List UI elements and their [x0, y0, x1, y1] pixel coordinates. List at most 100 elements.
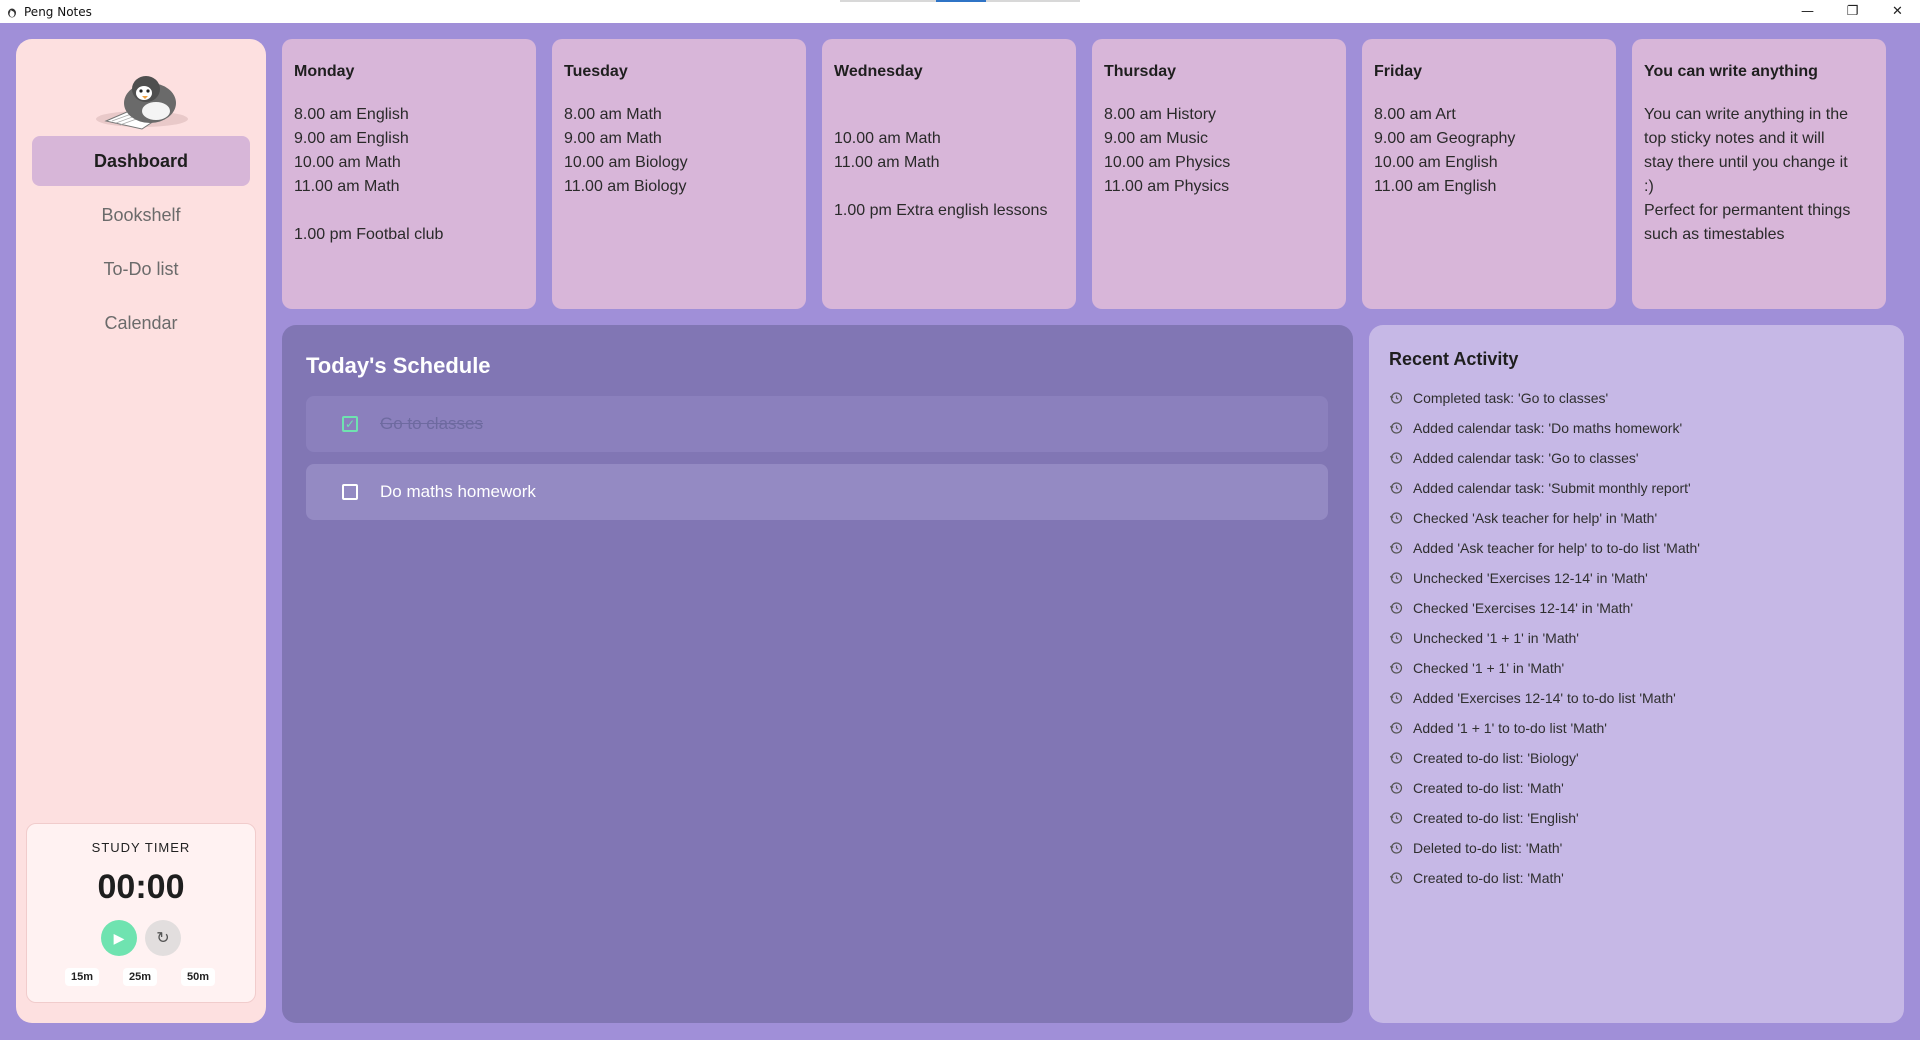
- note-line: 11.00 am Math: [294, 178, 400, 195]
- history-icon: [1389, 811, 1403, 825]
- nav-todo-list[interactable]: To-Do list: [32, 244, 250, 294]
- note-line: 8.00 am History: [1104, 106, 1217, 123]
- history-icon: [1389, 781, 1403, 795]
- note-line: 1.00 pm Footbal club: [294, 226, 444, 243]
- note-line: 10.00 am English: [1374, 154, 1498, 171]
- history-icon: [1389, 511, 1403, 525]
- note-line: 9.00 am English: [294, 130, 409, 147]
- history-icon: [1389, 391, 1403, 405]
- note-line: 11.00 am English: [1374, 178, 1497, 195]
- nav-dashboard[interactable]: Dashboard: [32, 136, 250, 186]
- recent-activity-panel: Recent Activity Completed task: 'Go to c…: [1369, 325, 1904, 1023]
- activity-item: Added '1 + 1' to to-do list 'Math': [1389, 713, 1700, 743]
- preset-50m-button[interactable]: 50m: [181, 968, 216, 986]
- schedule-task[interactable]: ✓ Go to classes: [306, 396, 1328, 452]
- activity-text: Checked 'Exercises 12-14' in 'Math': [1413, 600, 1634, 616]
- note-line: :): [1644, 178, 1654, 195]
- play-button[interactable]: ▶: [101, 920, 137, 956]
- note-line: 9.00 am Math: [564, 130, 662, 147]
- penguin-app-icon: [4, 4, 20, 20]
- activity-item: Checked 'Exercises 12-14' in 'Math': [1389, 593, 1700, 623]
- note-line: 9.00 am Music: [1104, 130, 1209, 147]
- drag-indicator: [840, 0, 1080, 2]
- note-line: 11.00 am Math: [834, 154, 940, 171]
- restore-button[interactable]: ❐: [1830, 0, 1875, 23]
- task-label: Go to classes: [380, 414, 483, 433]
- history-icon: [1389, 871, 1403, 885]
- title-bar: Peng Notes — ❐ ✕: [0, 0, 1920, 23]
- note-title: Thursday: [1104, 63, 1177, 80]
- schedule-title: Today's Schedule: [306, 353, 491, 378]
- activity-item: Unchecked '1 + 1' in 'Math': [1389, 623, 1700, 653]
- note-line: top sticky notes and it will: [1644, 130, 1825, 147]
- sticky-note-thursday[interactable]: Thursday 8.00 am History 9.00 am Music 1…: [1092, 39, 1346, 309]
- play-icon: ▶: [113, 929, 125, 946]
- activity-item: Completed task: 'Go to classes': [1389, 383, 1700, 413]
- note-line: Perfect for permantent things: [1644, 202, 1851, 219]
- activity-item: Created to-do list: 'Math': [1389, 773, 1700, 803]
- activity-text: Created to-do list: 'Biology': [1413, 750, 1579, 766]
- activity-item: Created to-do list: 'English': [1389, 803, 1700, 833]
- note-line: such as timestables: [1644, 226, 1785, 243]
- activity-title: Recent Activity: [1389, 349, 1519, 369]
- sidebar: Dashboard Bookshelf To-Do list Calendar …: [16, 39, 266, 1023]
- history-icon: [1389, 751, 1403, 765]
- note-line: 10.00 am Physics: [1104, 154, 1231, 171]
- note-title: You can write anything: [1644, 63, 1818, 80]
- note-line: 10.00 am Math: [294, 154, 401, 171]
- reset-button[interactable]: ↻: [145, 920, 181, 956]
- history-icon: [1389, 721, 1403, 735]
- penguin-logo-icon: [86, 67, 196, 139]
- note-line: 9.00 am Geography: [1374, 130, 1516, 147]
- preset-25m-button[interactable]: 25m: [123, 968, 158, 986]
- history-icon: [1389, 691, 1403, 705]
- note-line: 10.00 am Biology: [564, 154, 688, 171]
- activity-item: Added calendar task: 'Go to classes': [1389, 443, 1700, 473]
- activity-text: Unchecked 'Exercises 12-14' in 'Math': [1413, 570, 1648, 586]
- history-icon: [1389, 841, 1403, 855]
- study-timer: STUDY TIMER 00:00 ▶ ↻ 15m 25m 50m: [26, 823, 256, 1003]
- note-title: Wednesday: [834, 63, 923, 80]
- history-icon: [1389, 481, 1403, 495]
- activity-item: Checked '1 + 1' in 'Math': [1389, 653, 1700, 683]
- task-checkbox-checked[interactable]: ✓: [342, 416, 358, 432]
- activity-text: Added calendar task: 'Do maths homework': [1413, 420, 1683, 436]
- history-icon: [1389, 631, 1403, 645]
- task-checkbox[interactable]: [342, 484, 358, 500]
- activity-text: Unchecked '1 + 1' in 'Math': [1413, 630, 1579, 646]
- note-line: 8.00 am Math: [564, 106, 662, 123]
- timer-label: STUDY TIMER: [91, 840, 191, 855]
- note-line: [834, 103, 1064, 127]
- sticky-note-friday[interactable]: Friday 8.00 am Art 9.00 am Geography 10.…: [1362, 39, 1616, 309]
- sticky-note-free-text[interactable]: You can write anything You can write any…: [1632, 39, 1886, 309]
- minimize-button[interactable]: —: [1785, 0, 1830, 23]
- sticky-note-wednesday[interactable]: Wednesday 10.00 am Math 11.00 am Math 1.…: [822, 39, 1076, 309]
- activity-text: Checked '1 + 1' in 'Math': [1413, 660, 1565, 676]
- nav-calendar[interactable]: Calendar: [32, 298, 250, 348]
- note-line: 1.00 pm Extra english lessons: [834, 202, 1048, 219]
- schedule-task[interactable]: Do maths homework: [306, 464, 1328, 520]
- activity-item: Deleted to-do list: 'Math': [1389, 833, 1700, 863]
- refresh-icon: ↻: [156, 930, 170, 947]
- note-title: Monday: [294, 63, 355, 80]
- activity-item: Added 'Ask teacher for help' to to-do li…: [1389, 533, 1700, 563]
- nav-bookshelf[interactable]: Bookshelf: [32, 190, 250, 240]
- note-line: 11.00 am Physics: [1104, 178, 1230, 195]
- history-icon: [1389, 661, 1403, 675]
- sticky-note-monday[interactable]: Monday 8.00 am English 9.00 am English 1…: [282, 39, 536, 309]
- activity-item: Unchecked 'Exercises 12-14' in 'Math': [1389, 563, 1700, 593]
- activity-item: Added 'Exercises 12-14' to to-do list 'M…: [1389, 683, 1700, 713]
- close-button[interactable]: ✕: [1875, 0, 1920, 23]
- timer-display: 00:00: [97, 868, 185, 906]
- window-title: Peng Notes: [24, 4, 92, 19]
- note-line: [834, 175, 1064, 199]
- preset-15m-button[interactable]: 15m: [65, 968, 100, 986]
- note-title: Tuesday: [564, 63, 628, 80]
- activity-item: Added calendar task: 'Submit monthly rep…: [1389, 473, 1700, 503]
- activity-text: Added 'Exercises 12-14' to to-do list 'M…: [1413, 690, 1676, 706]
- activity-item: Created to-do list: 'Biology': [1389, 743, 1700, 773]
- activity-text: Completed task: 'Go to classes': [1413, 390, 1609, 406]
- sticky-note-tuesday[interactable]: Tuesday 8.00 am Math 9.00 am Math 10.00 …: [552, 39, 806, 309]
- history-icon: [1389, 451, 1403, 465]
- activity-text: Added '1 + 1' to to-do list 'Math': [1413, 720, 1607, 736]
